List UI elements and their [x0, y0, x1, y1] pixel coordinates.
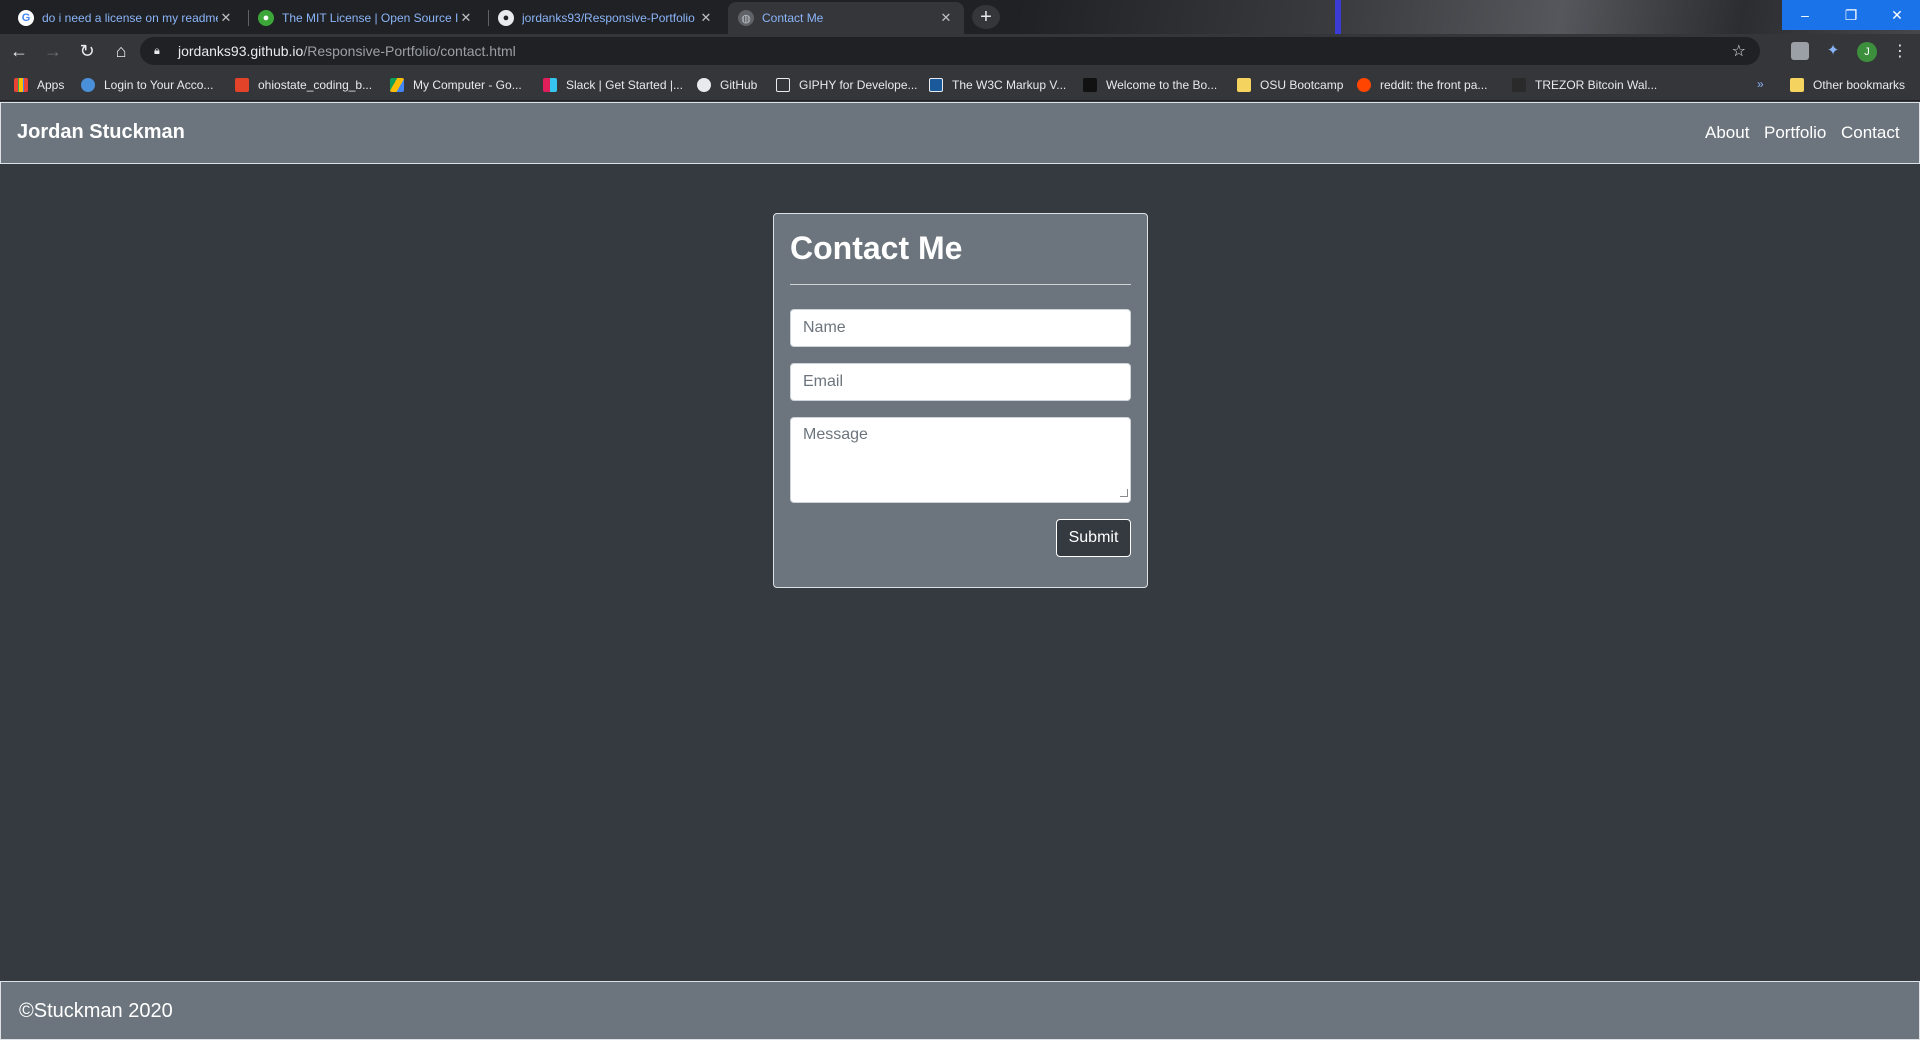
tab-title: do i need a license on my readme [42, 11, 218, 25]
bookmark-label: Apps [37, 77, 65, 92]
slack-icon [543, 77, 557, 92]
submit-button[interactable]: Submit [1056, 519, 1131, 557]
gitlab-icon [235, 77, 249, 92]
restore-button[interactable]: ❐ [1828, 0, 1874, 30]
footer-copyright: ©Stuckman 2020 [19, 1000, 173, 1022]
home-button[interactable]: ⌂ [106, 36, 136, 66]
bookmark-label: TREZOR Bitcoin Wal... [1535, 77, 1658, 92]
nav-link-about[interactable]: About [1705, 123, 1749, 143]
globe-icon [81, 77, 95, 92]
bookmark-item[interactable]: Apps [14, 68, 64, 101]
reddit-icon [1357, 77, 1371, 92]
tab-title: The MIT License | Open Source Initiative [282, 11, 458, 25]
url-path: /Responsive-Portfolio/contact.html [303, 43, 516, 59]
title-divider [790, 284, 1131, 285]
bookmark-item[interactable]: My Computer - Go... [390, 68, 522, 101]
menu-icon[interactable]: ⋮ [1892, 41, 1908, 61]
folder-icon [1790, 77, 1804, 92]
forward-button[interactable]: → [38, 36, 68, 66]
bookmark-item[interactable]: TREZOR Bitcoin Wal... [1512, 68, 1657, 101]
bookmark-label: Login to Your Acco... [104, 77, 214, 92]
bookmark-item[interactable]: The W3C Markup V... [929, 68, 1066, 101]
bookmark-label: GitHub [720, 77, 758, 92]
close-icon[interactable]: ✕ [458, 10, 474, 26]
contact-card: Contact Me Submit [773, 213, 1148, 588]
google-icon: G [18, 10, 34, 26]
bookmark-star-icon[interactable]: ☆ [1732, 41, 1746, 61]
window-background-accent [1335, 0, 1341, 34]
opensource-icon: ● [258, 10, 274, 26]
google-drive-icon [390, 77, 404, 92]
folder-icon [1237, 77, 1251, 92]
bookmark-item[interactable]: GIPHY for Develope... [776, 68, 918, 101]
document-icon [776, 77, 790, 92]
site-navbar: Jordan Stuckman About Portfolio Contact [0, 102, 1920, 164]
tab-title: Contact Me [762, 11, 824, 25]
bookmark-item[interactable]: reddit: the front pa... [1357, 68, 1487, 101]
apps-grid-icon [14, 77, 28, 92]
bookmark-label: ohiostate_coding_b... [258, 77, 373, 92]
browser-tab-strip: G do i need a license on my readme ✕ ● T… [0, 0, 1920, 34]
url-host: jordanks93.github.io [178, 43, 304, 59]
bookmark-item[interactable]: Welcome to the Bo... [1083, 68, 1217, 101]
browser-tab-active[interactable]: ◍ Contact Me ✕ [728, 2, 964, 34]
bookmark-label: Welcome to the Bo... [1106, 77, 1218, 92]
back-button[interactable]: ← [4, 36, 34, 66]
close-window-button[interactable]: ✕ [1874, 0, 1920, 30]
bookmark-item[interactable]: GitHub [697, 68, 757, 101]
github-icon [697, 77, 711, 92]
browser-toolbar: ← → ↻ ⌂ 🔒︎ jordanks93.github.io/Responsi… [0, 34, 1920, 68]
bookmark-label: The W3C Markup V... [952, 77, 1067, 92]
browser-tab[interactable]: ● The MIT License | Open Source Initiati… [248, 2, 484, 34]
profile-avatar[interactable]: J [1857, 42, 1877, 62]
bookmark-item[interactable]: Login to Your Acco... [81, 68, 213, 101]
address-bar[interactable]: 🔒︎ jordanks93.github.io/Responsive-Portf… [140, 37, 1760, 65]
bookmark-label: reddit: the front pa... [1380, 77, 1488, 92]
bookmark-label: Other bookmarks [1813, 77, 1906, 92]
bookmark-item[interactable]: ohiostate_coding_b... [235, 68, 372, 101]
bookmark-label: GIPHY for Develope... [799, 77, 918, 92]
bookmark-label: OSU Bootcamp [1260, 77, 1344, 92]
nav-link-contact[interactable]: Contact [1841, 123, 1900, 143]
minimize-button[interactable]: – [1782, 0, 1828, 30]
site-footer: ©Stuckman 2020 [0, 981, 1920, 1040]
bookmark-item[interactable]: OSU Bootcamp [1237, 68, 1343, 101]
bookmarks-bar: Apps Login to Your Acco... ohiostate_cod… [0, 68, 1920, 101]
extension-icon[interactable] [1791, 42, 1809, 60]
puzzle-icon[interactable]: ✦ [1824, 42, 1842, 60]
bookmark-item[interactable]: Slack | Get Started |... [543, 68, 683, 101]
browser-tab[interactable]: G do i need a license on my readme ✕ [8, 2, 244, 34]
email-input[interactable] [790, 363, 1131, 401]
page-title: Contact Me [790, 230, 963, 266]
lock-icon: 🔒︎ [154, 44, 160, 57]
new-tab-button[interactable]: + [972, 5, 1000, 29]
nav-link-portfolio[interactable]: Portfolio [1764, 123, 1826, 143]
close-icon[interactable]: ✕ [698, 10, 714, 26]
textarea-resize-handle[interactable] [1120, 489, 1128, 497]
reload-button[interactable]: ↻ [72, 36, 102, 66]
bookmark-label: Slack | Get Started |... [566, 77, 683, 92]
github-icon: ● [498, 10, 514, 26]
site-brand[interactable]: Jordan Stuckman [17, 121, 185, 144]
close-icon[interactable]: ✕ [938, 10, 954, 26]
w3c-icon [929, 77, 943, 92]
name-input[interactable] [790, 309, 1131, 347]
more-bookmarks-chevron-icon[interactable]: » [1757, 77, 1764, 91]
bookmark-label: My Computer - Go... [413, 77, 522, 92]
browser-tab[interactable]: ● jordanks93/Responsive-Portfolio ✕ [488, 2, 724, 34]
site-icon [1083, 77, 1097, 92]
message-textarea[interactable] [790, 417, 1131, 503]
lock-icon [1512, 77, 1526, 92]
other-bookmarks[interactable]: Other bookmarks [1790, 68, 1905, 101]
globe-icon: ◍ [738, 10, 754, 26]
tab-title: jordanks93/Responsive-Portfolio [522, 11, 695, 25]
close-icon[interactable]: ✕ [218, 10, 234, 26]
